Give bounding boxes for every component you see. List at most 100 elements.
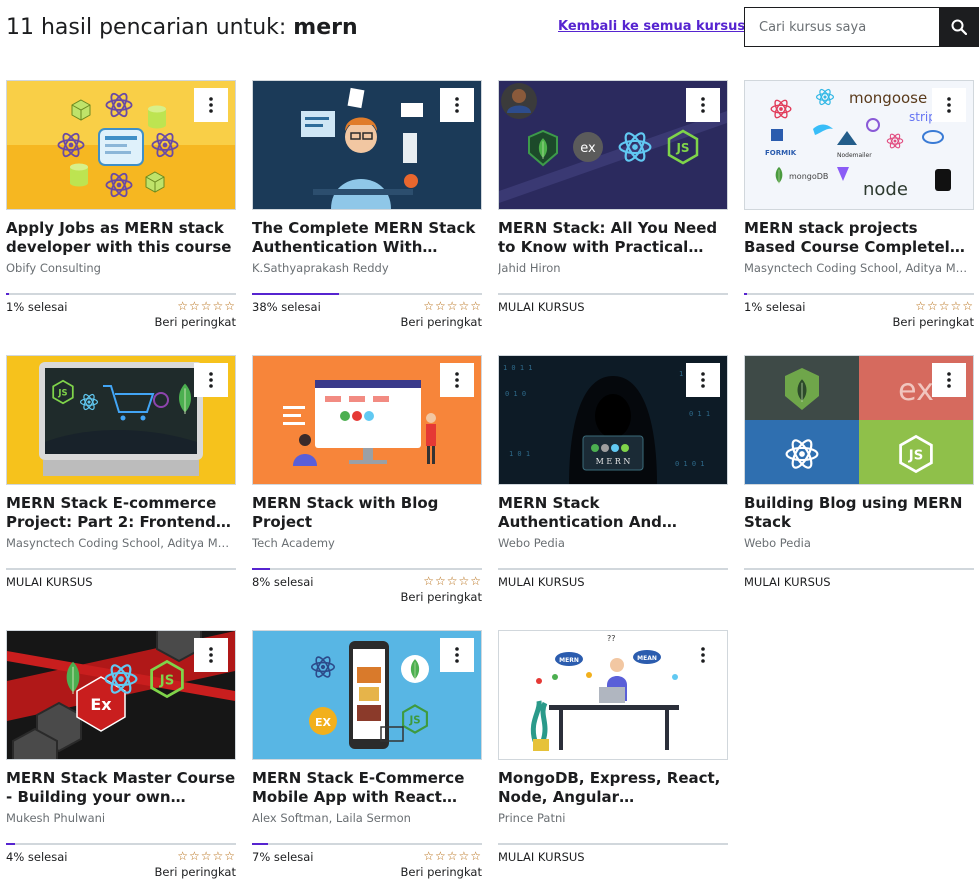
rating-stars[interactable]: ☆☆☆☆☆ xyxy=(401,300,482,313)
course-title[interactable]: MERN Stack: All You Need to Know with Pr… xyxy=(498,219,728,257)
rating-stars[interactable]: ☆☆☆☆☆ xyxy=(401,850,482,863)
svg-text:EX: EX xyxy=(315,716,332,729)
instructor-name: Prince Patni xyxy=(498,811,566,825)
course-card[interactable]: mongoose stripe FORMIK Nodemailer mongoD… xyxy=(744,80,974,329)
course-card[interactable]: Ex JS MERN Stack Master Course - Buildin… xyxy=(6,630,236,879)
rate-course-link[interactable]: Beri peringkat xyxy=(155,865,236,879)
course-card[interactable]: ex JS Building Blog using MERN Stack Web… xyxy=(744,355,974,589)
page-header: 11 hasil pencarian untuk: mern Kembali k… xyxy=(6,0,979,60)
progress-bar xyxy=(744,568,974,570)
course-thumbnail[interactable]: EX JS xyxy=(252,630,482,760)
course-title[interactable]: MERN stack projects Based Course Complet… xyxy=(744,219,974,257)
course-title[interactable]: MERN Stack E-commerce Project: Part 2: F… xyxy=(6,494,236,532)
course-thumbnail[interactable]: mongoose stripe FORMIK Nodemailer mongoD… xyxy=(744,80,974,210)
course-card[interactable]: MERN MERN MEAN ?? MongoDB, Express, Reac… xyxy=(498,630,728,864)
svg-text:JS: JS xyxy=(675,141,689,155)
progress-bar xyxy=(6,568,236,570)
progress-bar xyxy=(498,843,728,845)
course-title[interactable]: MongoDB, Express, React, Node, Angular (… xyxy=(498,769,728,807)
course-title[interactable]: The Complete MERN Stack Authentication W… xyxy=(252,219,482,257)
course-options-button[interactable] xyxy=(686,638,720,672)
progress-label: 1% selesai xyxy=(744,300,806,314)
progress-bar xyxy=(6,293,236,295)
course-card[interactable]: The Complete MERN Stack Authentication W… xyxy=(252,80,482,329)
back-to-all-courses-link[interactable]: Kembali ke semua kursus xyxy=(558,19,745,34)
rating-stars[interactable]: ☆☆☆☆☆ xyxy=(155,850,236,863)
svg-text:mongoDB: mongoDB xyxy=(789,172,828,181)
more-vertical-icon xyxy=(455,647,459,663)
svg-text:ex: ex xyxy=(898,373,934,408)
svg-text:mongoose: mongoose xyxy=(849,89,927,107)
course-card[interactable]: JS MERN Stack E-commerce Project: Part 2… xyxy=(6,355,236,589)
svg-text:JS: JS xyxy=(159,674,174,689)
course-options-button[interactable] xyxy=(686,363,720,397)
rating-stars[interactable]: ☆☆☆☆☆ xyxy=(155,300,236,313)
progress-bar xyxy=(252,843,482,845)
rate-course-link[interactable]: Beri peringkat xyxy=(401,315,482,329)
course-options-button[interactable] xyxy=(932,88,966,122)
course-options-button[interactable] xyxy=(440,88,474,122)
course-options-button[interactable] xyxy=(194,638,228,672)
rate-course-link[interactable]: Beri peringkat xyxy=(401,590,482,604)
rate-course-link[interactable]: Beri peringkat xyxy=(893,315,974,329)
course-thumbnail[interactable] xyxy=(252,355,482,485)
course-options-button[interactable] xyxy=(440,638,474,672)
course-title[interactable]: MERN Stack Authentication And Deployment xyxy=(498,494,728,532)
course-title[interactable]: Building Blog using MERN Stack xyxy=(744,494,974,532)
svg-text:JS: JS xyxy=(908,449,923,464)
progress-fill xyxy=(252,293,340,295)
course-thumbnail[interactable]: ex JS xyxy=(744,355,974,485)
course-thumbnail[interactable] xyxy=(252,80,482,210)
progress-fill xyxy=(6,843,16,845)
course-title[interactable]: MERN Stack with Blog Project xyxy=(252,494,482,532)
course-card[interactable]: 1 0 1 10 1 01 1 0 10 1 11 0 10 1 0 1 M E… xyxy=(498,355,728,589)
course-thumbnail[interactable]: ex JS xyxy=(498,80,728,210)
rating-stars[interactable]: ☆☆☆☆☆ xyxy=(401,575,482,588)
course-thumbnail[interactable]: JS xyxy=(6,355,236,485)
svg-text:MEAN: MEAN xyxy=(637,655,657,662)
more-vertical-icon xyxy=(701,97,705,113)
progress-label: 7% selesai xyxy=(252,850,314,864)
svg-text:MERN: MERN xyxy=(559,657,579,664)
more-vertical-icon xyxy=(455,372,459,388)
course-title[interactable]: Apply Jobs as MERN stack developer with … xyxy=(6,219,236,257)
course-card[interactable]: Apply Jobs as MERN stack developer with … xyxy=(6,80,236,329)
course-title[interactable]: MERN Stack Master Course - Building your… xyxy=(6,769,236,807)
svg-text:1 0 1 1: 1 0 1 1 xyxy=(503,364,533,372)
svg-text:1 0 1: 1 0 1 xyxy=(509,450,530,458)
search-input[interactable] xyxy=(745,8,939,46)
course-options-button[interactable] xyxy=(686,88,720,122)
more-vertical-icon xyxy=(701,372,705,388)
course-thumbnail[interactable]: Ex JS xyxy=(6,630,236,760)
course-options-button[interactable] xyxy=(194,363,228,397)
course-thumbnail[interactable]: 1 0 1 10 1 01 1 0 10 1 11 0 10 1 0 1 M E… xyxy=(498,355,728,485)
course-options-button[interactable] xyxy=(932,363,966,397)
course-card[interactable]: MERN Stack with Blog Project Tech Academ… xyxy=(252,355,482,604)
svg-text:??: ?? xyxy=(607,634,616,643)
course-card[interactable]: ex JS MERN Stack: All You Need to Know w… xyxy=(498,80,728,314)
course-card[interactable]: EX JS MERN Stack E-Commerce Mobile App w… xyxy=(252,630,482,879)
results-prefix: 11 hasil pencarian untuk: xyxy=(6,15,294,40)
progress-label: 8% selesai xyxy=(252,575,314,589)
more-vertical-icon xyxy=(209,647,213,663)
more-vertical-icon xyxy=(701,647,705,663)
course-thumbnail[interactable]: MERN MERN MEAN ?? xyxy=(498,630,728,760)
rating-stars[interactable]: ☆☆☆☆☆ xyxy=(893,300,974,313)
start-course-link[interactable]: MULAI KURSUS xyxy=(498,850,728,864)
course-options-button[interactable] xyxy=(194,88,228,122)
course-options-button[interactable] xyxy=(440,363,474,397)
course-thumbnail[interactable] xyxy=(6,80,236,210)
instructor-name: Webo Pedia xyxy=(498,536,565,550)
start-course-link[interactable]: MULAI KURSUS xyxy=(498,575,728,589)
search-button[interactable] xyxy=(939,8,978,46)
start-course-link[interactable]: MULAI KURSUS xyxy=(744,575,974,589)
progress-bar xyxy=(498,568,728,570)
instructor-name: Jahid Hiron xyxy=(498,261,561,275)
rate-course-link[interactable]: Beri peringkat xyxy=(155,315,236,329)
more-vertical-icon xyxy=(947,372,951,388)
course-title[interactable]: MERN Stack E-Commerce Mobile App with Re… xyxy=(252,769,482,807)
start-course-link[interactable]: MULAI KURSUS xyxy=(6,575,236,589)
start-course-link[interactable]: MULAI KURSUS xyxy=(498,300,728,314)
progress-bar xyxy=(498,293,728,295)
rate-course-link[interactable]: Beri peringkat xyxy=(401,865,482,879)
